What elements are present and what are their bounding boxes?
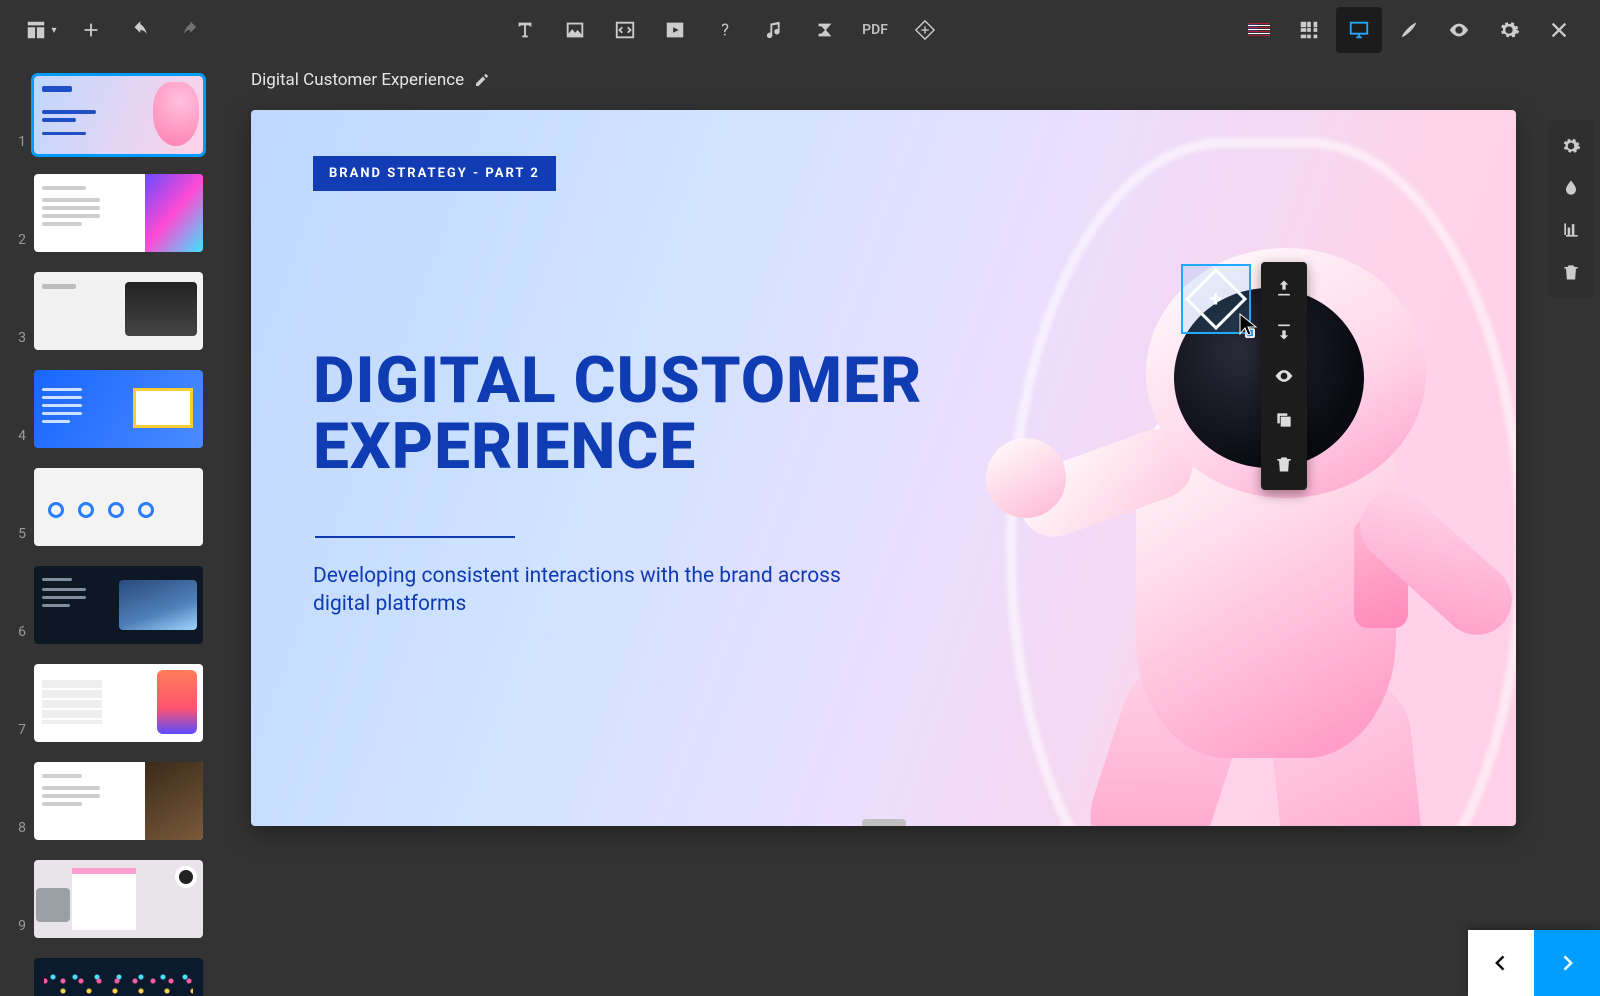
- insert-pdf-button[interactable]: PDF: [852, 7, 898, 53]
- thumb-number: 5: [6, 526, 26, 546]
- slide-divider[interactable]: [315, 536, 515, 538]
- slide-thumb-3[interactable]: [34, 272, 203, 350]
- thumb-number: 8: [6, 820, 26, 840]
- astronaut-image[interactable]: [916, 158, 1516, 826]
- add-button[interactable]: [68, 7, 114, 53]
- slide-badge[interactable]: BRAND STRATEGY - PART 2: [313, 156, 556, 191]
- thumb-number: 1: [6, 134, 26, 154]
- headline-line-1: DIGITAL CUSTOMER: [313, 343, 922, 418]
- layout-menu-button[interactable]: ▾: [18, 7, 64, 53]
- chart-style-button[interactable]: [1551, 212, 1591, 248]
- language-button[interactable]: [1236, 7, 1282, 53]
- slide-thumb-4[interactable]: [34, 370, 203, 448]
- slide-thumb-2[interactable]: [34, 174, 203, 252]
- bring-forward-button[interactable]: [1261, 266, 1307, 310]
- thumb-number: 4: [6, 428, 26, 448]
- notes-drag-handle[interactable]: [862, 819, 906, 826]
- chevron-left-icon: [1491, 953, 1511, 973]
- flag-us-icon: [1248, 23, 1270, 38]
- background-color-button[interactable]: [1551, 170, 1591, 206]
- undo-button[interactable]: [118, 7, 164, 53]
- slide-thumb-10[interactable]: [34, 958, 203, 996]
- insert-audio-button[interactable]: [752, 7, 798, 53]
- chevron-right-icon: [1557, 953, 1577, 973]
- top-toolbar: ▾ ? PDF: [0, 0, 1600, 60]
- thumb-number: 9: [6, 918, 26, 938]
- insert-embed-button[interactable]: [602, 7, 648, 53]
- slide-thumb-8[interactable]: [34, 762, 203, 840]
- send-backward-button[interactable]: [1261, 310, 1307, 354]
- desktop-view-button[interactable]: [1336, 7, 1382, 53]
- object-context-toolbar: [1261, 262, 1307, 490]
- grid-toggle-button[interactable]: [1286, 7, 1332, 53]
- svg-text:?: ?: [721, 22, 729, 41]
- redo-button[interactable]: [168, 7, 214, 53]
- slide-subcopy[interactable]: Developing consistent interactions with …: [313, 562, 853, 619]
- prev-slide-button[interactable]: [1468, 930, 1534, 996]
- settings-button[interactable]: [1486, 7, 1532, 53]
- insert-image-button[interactable]: [552, 7, 598, 53]
- slide-thumb-6[interactable]: [34, 566, 203, 644]
- slide-thumb-5[interactable]: [34, 468, 203, 546]
- slide-thumb-1[interactable]: [34, 76, 203, 154]
- slide-thumbnails-panel[interactable]: 1 2 3 4 5: [0, 60, 215, 996]
- toggle-visibility-button[interactable]: [1261, 354, 1307, 398]
- slide-canvas[interactable]: BRAND STRATEGY - PART 2 DIGITAL CUSTOMER…: [251, 110, 1516, 826]
- delete-slide-button[interactable]: [1551, 254, 1591, 290]
- close-button[interactable]: [1536, 7, 1582, 53]
- headline-line-2: EXPERIENCE: [313, 409, 696, 484]
- thumb-number: 7: [6, 722, 26, 742]
- slide-pager: [1468, 930, 1600, 996]
- next-slide-button[interactable]: [1534, 930, 1600, 996]
- slide-thumb-9[interactable]: [34, 860, 203, 938]
- insert-formula-button[interactable]: [802, 7, 848, 53]
- delete-object-button[interactable]: [1261, 442, 1307, 486]
- slide-headline[interactable]: DIGITAL CUSTOMER EXPERIENCE: [313, 348, 922, 480]
- thumb-number: 2: [6, 232, 26, 252]
- thumb-number: 6: [6, 624, 26, 644]
- thumb-number: 3: [6, 330, 26, 350]
- properties-rail: [1548, 120, 1594, 298]
- duplicate-button[interactable]: [1261, 398, 1307, 442]
- slide-editor: Digital Customer Experience BRAND STRATE…: [215, 60, 1600, 996]
- insert-text-button[interactable]: [502, 7, 548, 53]
- preview-button[interactable]: [1436, 7, 1482, 53]
- insert-shape-button[interactable]: [902, 7, 948, 53]
- slide-thumb-7[interactable]: [34, 664, 203, 742]
- slide-settings-button[interactable]: [1551, 128, 1591, 164]
- document-title[interactable]: Digital Customer Experience: [251, 70, 490, 90]
- document-title-text: Digital Customer Experience: [251, 70, 464, 90]
- insert-question-button[interactable]: ?: [702, 7, 748, 53]
- insert-video-button[interactable]: [652, 7, 698, 53]
- brush-button[interactable]: [1386, 7, 1432, 53]
- mouse-cursor-icon: [1236, 312, 1260, 340]
- edit-title-icon[interactable]: [474, 72, 490, 88]
